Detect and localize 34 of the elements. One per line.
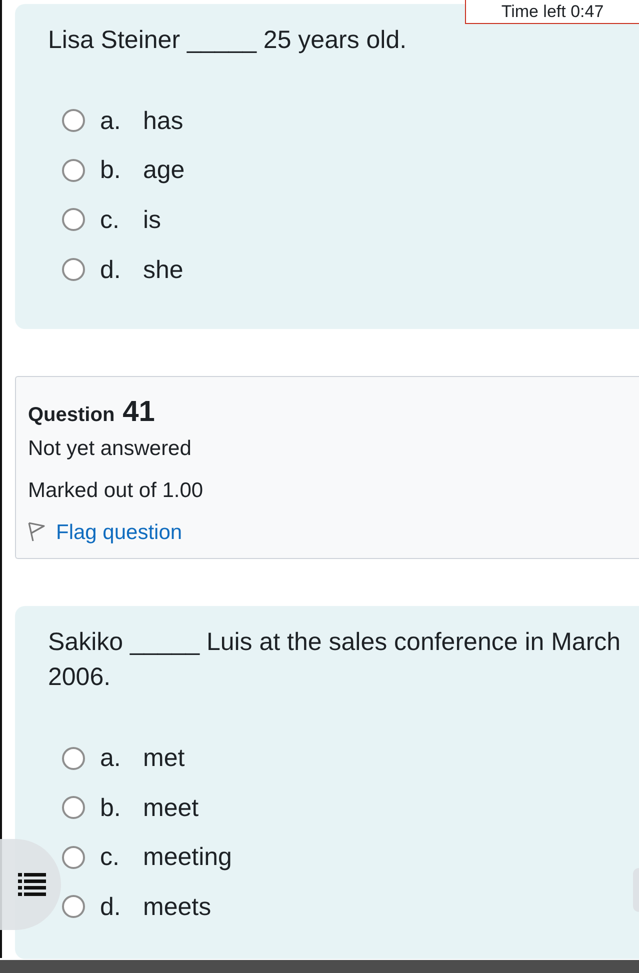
- answer-status: Not yet answered: [28, 436, 192, 462]
- marks-text: Marked out of 1.00: [28, 478, 204, 504]
- time-left-timer: Time left 0:47: [465, 0, 639, 24]
- radio-button[interactable]: [62, 846, 85, 869]
- flag-question-link[interactable]: Flag question: [28, 516, 182, 548]
- radio-button[interactable]: [62, 895, 85, 918]
- option-text[interactable]: has: [143, 104, 184, 137]
- option-text[interactable]: meeting: [143, 841, 232, 874]
- option-text[interactable]: she: [143, 254, 184, 286]
- radio-button[interactable]: [62, 258, 85, 282]
- question-number: 41: [122, 395, 155, 430]
- question-text: Sakiko _____ Luis at the sales conference in March 2006.: [48, 627, 622, 694]
- radio-button[interactable]: [62, 746, 85, 770]
- option-letter: d.: [100, 254, 122, 286]
- option-letter: a.: [100, 743, 122, 774]
- option-letter: c.: [100, 842, 120, 874]
- flag-icon: [28, 522, 45, 542]
- option-text[interactable]: meets: [143, 890, 212, 923]
- option-letter: c.: [100, 204, 120, 236]
- option-text[interactable]: met: [143, 742, 185, 774]
- option-letter: a.: [100, 106, 122, 137]
- question-label: Question: [28, 403, 115, 428]
- option-text[interactable]: is: [143, 204, 162, 236]
- option-letter: d.: [100, 892, 122, 923]
- option-text[interactable]: age: [143, 154, 185, 186]
- question-text: Lisa Steiner _____ 25 years old.: [48, 25, 408, 56]
- option-letter: b.: [100, 155, 122, 186]
- option-text[interactable]: meet: [143, 792, 199, 824]
- radio-button[interactable]: [62, 158, 85, 182]
- radio-button[interactable]: [62, 109, 85, 132]
- list-icon: [18, 873, 46, 896]
- radio-button[interactable]: [62, 796, 85, 820]
- option-letter: b.: [100, 792, 122, 824]
- radio-button[interactable]: [62, 208, 85, 232]
